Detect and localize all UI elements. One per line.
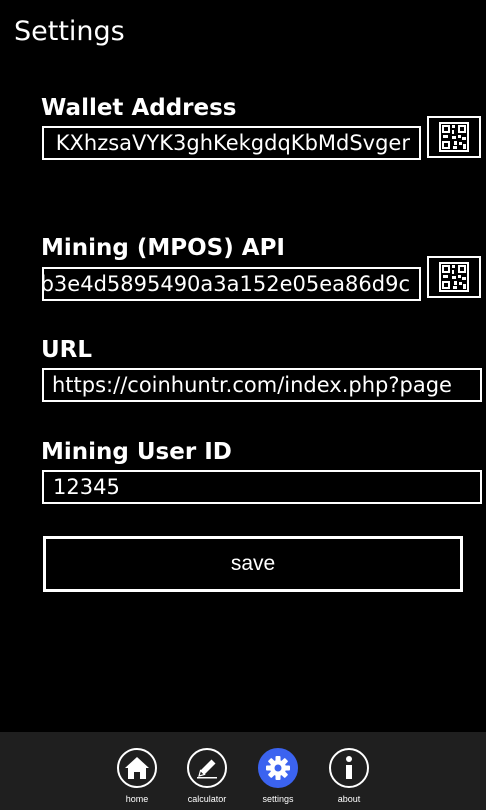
wallet-address-value: KXhzsaVYK3ghKekgdqKbMdSvger xyxy=(55,131,410,155)
appbar-about-button[interactable]: about xyxy=(319,748,379,804)
app-bar xyxy=(0,732,486,810)
qr-code-icon xyxy=(439,262,469,292)
mining-api-value: b3e4d5895490a3a152e05ea86d9c xyxy=(42,272,410,296)
api-qr-scan-button[interactable] xyxy=(427,256,481,298)
appbar-calculator-button[interactable]: calculator xyxy=(177,748,237,804)
appbar-home-label: home xyxy=(125,794,149,804)
appbar-settings-label: settings xyxy=(262,794,294,804)
url-field[interactable]: https://coinhuntr.com/index.php?page xyxy=(42,368,482,402)
qr-code-icon xyxy=(439,122,469,152)
mining-api-label: Mining (MPOS) API xyxy=(41,235,285,261)
wallet-address-field[interactable]: KXhzsaVYK3ghKekgdqKbMdSvger xyxy=(42,126,421,160)
appbar-about-label: about xyxy=(337,794,361,804)
page-title: Settings xyxy=(14,16,125,47)
gear-icon xyxy=(258,748,298,788)
appbar-home-button[interactable]: home xyxy=(107,748,167,804)
mining-user-id-label: Mining User ID xyxy=(41,439,232,465)
mining-user-id-field[interactable]: 12345 xyxy=(42,470,482,504)
appbar-settings-button[interactable]: settings xyxy=(248,748,308,804)
url-value: https://coinhuntr.com/index.php?page xyxy=(52,373,452,397)
mining-api-field[interactable]: b3e4d5895490a3a152e05ea86d9c xyxy=(42,267,421,301)
mining-user-id-value: 12345 xyxy=(53,475,120,499)
wallet-address-label: Wallet Address xyxy=(41,95,237,121)
pencil-icon xyxy=(187,748,227,788)
save-button[interactable]: save xyxy=(43,536,463,592)
url-label: URL xyxy=(41,337,93,363)
info-icon xyxy=(329,748,369,788)
appbar-calculator-label: calculator xyxy=(187,794,227,804)
home-icon xyxy=(117,748,157,788)
wallet-qr-scan-button[interactable] xyxy=(427,116,481,158)
